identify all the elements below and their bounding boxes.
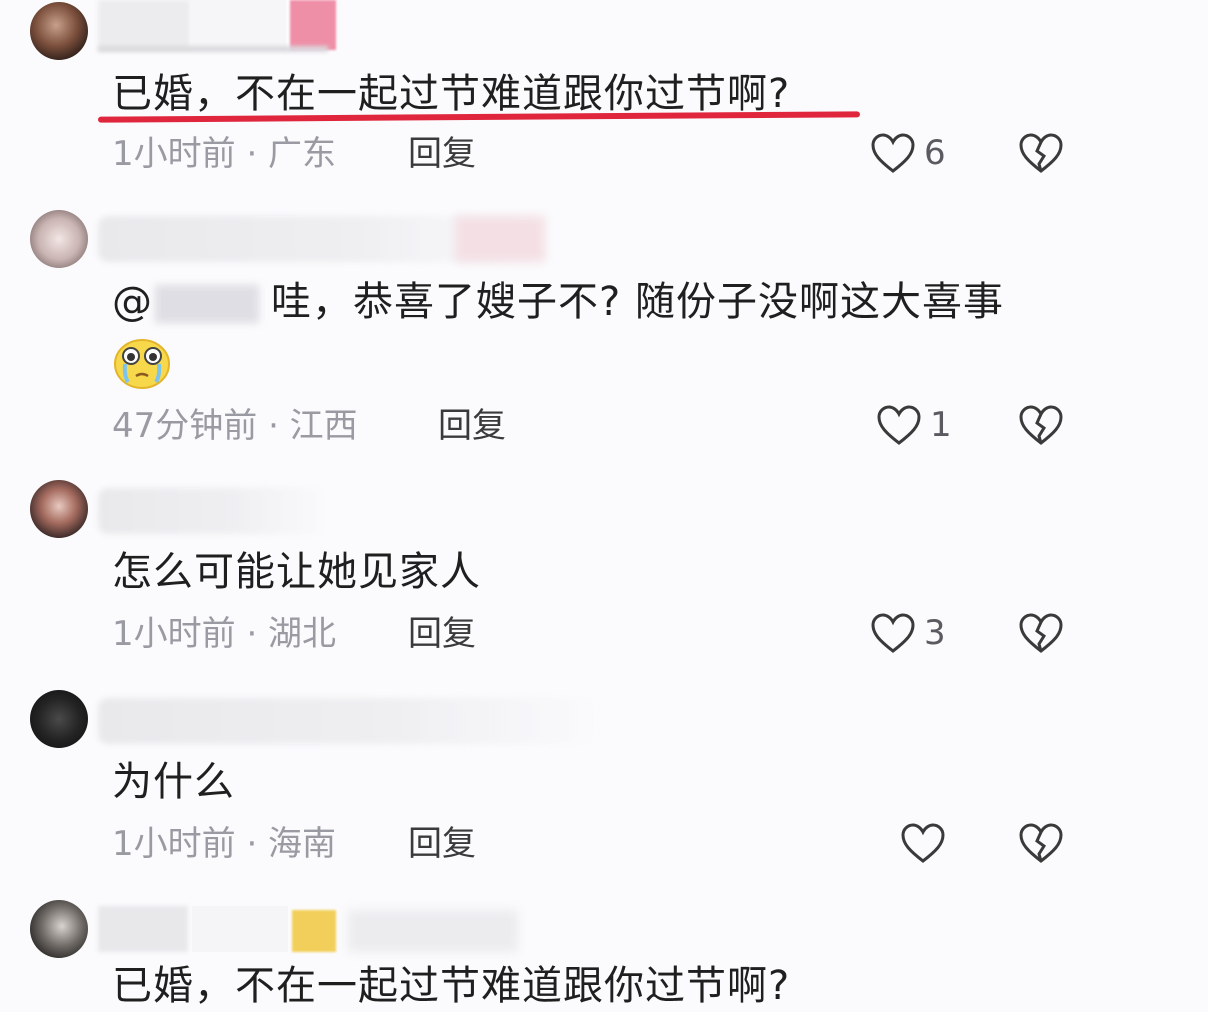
comment-text: 怎么可能让她见家人 xyxy=(112,549,481,595)
heart-outline-icon xyxy=(877,405,921,445)
mention[interactable]: @ xyxy=(112,279,153,325)
comment-meta: 1小时前 · 海南 xyxy=(112,824,337,864)
like-count: 3 xyxy=(924,613,946,653)
comment-1: 已婚，不在一起过节难道跟你过节啊? 1小时前 · 广东 回复 6 xyxy=(0,0,1208,190)
mention-blurred xyxy=(155,285,259,323)
avatar[interactable] xyxy=(30,210,88,268)
username-blurred[interactable] xyxy=(98,0,336,52)
dislike-button[interactable] xyxy=(1018,132,1064,178)
dislike-button[interactable] xyxy=(1018,404,1064,450)
reply-button[interactable]: 回复 xyxy=(438,404,506,448)
reply-button[interactable]: 回复 xyxy=(408,822,476,866)
comment-5: 已婚，不在一起过节难道跟你过节啊? xyxy=(0,890,1208,1009)
username-blurred[interactable] xyxy=(98,698,598,744)
like-count: 6 xyxy=(924,133,946,173)
heart-outline-icon xyxy=(871,133,915,173)
like-button[interactable]: 6 xyxy=(870,132,946,174)
comment-3: 怎么可能让她见家人 1小时前 · 湖北 回复 3 xyxy=(0,470,1208,680)
broken-heart-icon xyxy=(1019,405,1063,445)
avatar[interactable] xyxy=(30,690,88,748)
like-button[interactable]: 1 xyxy=(876,404,952,446)
like-count: 1 xyxy=(930,405,952,445)
broken-heart-icon xyxy=(1019,613,1063,653)
comment-meta: 1小时前 · 湖北 xyxy=(112,614,337,654)
heart-outline-icon xyxy=(901,823,945,863)
dislike-button[interactable] xyxy=(1018,612,1064,658)
avatar[interactable] xyxy=(30,480,88,538)
comment-2: @ 哇，恭喜了嫂子不? 随份子没啊这大喜事 47分钟前 · 江西 回复 1 xyxy=(0,200,1208,470)
dislike-button[interactable] xyxy=(1018,822,1064,868)
broken-heart-icon xyxy=(1019,133,1063,173)
comment-text: 哇，恭喜了嫂子不? 随份子没啊这大喜事 xyxy=(271,279,1004,325)
reply-button[interactable]: 回复 xyxy=(408,612,476,656)
crying-face-emoji xyxy=(114,339,170,389)
avatar[interactable] xyxy=(30,2,88,60)
comment-text-line: @ 哇，恭喜了嫂子不? 随份子没啊这大喜事 xyxy=(112,276,1004,328)
username-blurred[interactable] xyxy=(98,906,518,956)
broken-heart-icon xyxy=(1019,823,1063,863)
comment-4: 为什么 1小时前 · 海南 回复 xyxy=(0,680,1208,890)
avatar[interactable] xyxy=(30,900,88,958)
comment-meta: 1小时前 · 广东 xyxy=(112,134,337,174)
username-blurred-accent xyxy=(455,216,545,262)
comment-meta: 47分钟前 · 江西 xyxy=(112,406,358,446)
comment-text: 已婚，不在一起过节难道跟你过节啊? xyxy=(112,963,791,1009)
username-blurred[interactable] xyxy=(98,488,328,534)
like-button[interactable] xyxy=(900,822,954,864)
comment-text: 为什么 xyxy=(112,759,235,805)
reply-button[interactable]: 回复 xyxy=(408,132,476,176)
like-button[interactable]: 3 xyxy=(870,612,946,654)
heart-outline-icon xyxy=(871,613,915,653)
